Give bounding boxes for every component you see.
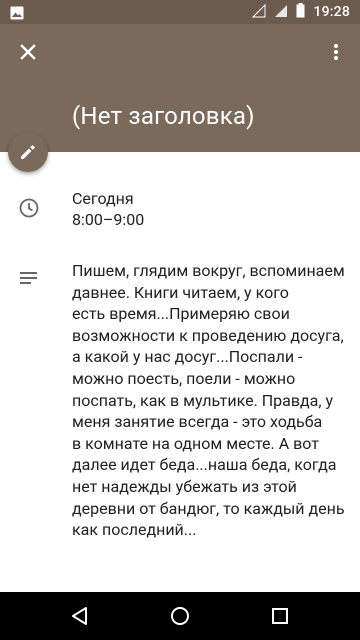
- edit-button[interactable]: [8, 132, 48, 172]
- more-vert-icon: [334, 44, 338, 60]
- event-title: (Нет заголовка): [72, 102, 255, 130]
- event-header: (Нет заголовка): [0, 24, 360, 152]
- battery-icon: [296, 2, 305, 22]
- event-description: Пишем, глядим вокруг, вспоминаем давнее.…: [72, 261, 345, 540]
- clock-icon: [17, 196, 41, 224]
- notes-icon: [17, 267, 41, 295]
- home-button[interactable]: [168, 604, 192, 628]
- status-bar: 19:28: [0, 0, 360, 24]
- close-button[interactable]: [14, 38, 42, 66]
- event-time-range: 8:00–9:00: [72, 210, 145, 229]
- wifi-icon: [252, 3, 266, 22]
- recents-button[interactable]: [268, 604, 292, 628]
- edit-icon: [21, 145, 35, 159]
- recents-icon: [272, 608, 288, 624]
- event-day: Сегодня: [72, 189, 134, 208]
- event-time: Сегодня 8:00–9:00: [72, 188, 144, 230]
- more-options-button[interactable]: [324, 38, 348, 66]
- navigation-bar: [0, 592, 360, 640]
- status-time: 19:28: [313, 4, 350, 20]
- back-button[interactable]: [68, 604, 92, 628]
- signal-icon: [274, 3, 288, 22]
- back-icon: [72, 607, 87, 625]
- gallery-icon: [10, 5, 24, 24]
- home-icon: [171, 607, 189, 625]
- close-icon: [20, 44, 36, 60]
